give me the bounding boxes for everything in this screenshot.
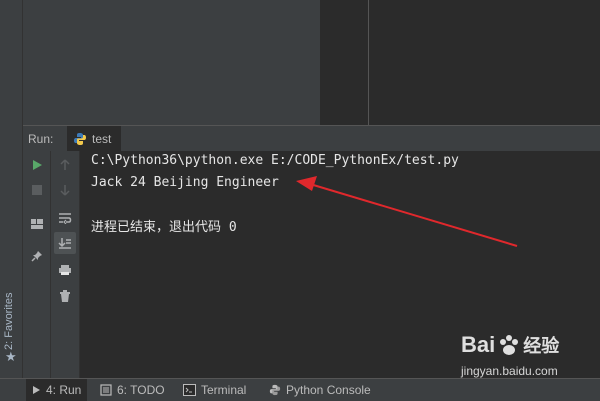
soft-wrap-button[interactable] <box>54 207 76 229</box>
todo-tool-label: 6: TODO <box>117 383 165 397</box>
run-tool-label: 4: Run <box>46 383 82 397</box>
rerun-button[interactable] <box>26 154 48 176</box>
python-console-tool-button[interactable]: Python Console <box>269 379 371 401</box>
trash-icon <box>60 289 70 302</box>
watermark-brand-suffix: 经验 <box>523 336 560 356</box>
up-arrow-icon <box>60 159 70 170</box>
play-icon <box>33 386 40 394</box>
python-icon <box>74 132 86 145</box>
restore-layout-button[interactable] <box>26 213 48 235</box>
run-toolbar-secondary <box>51 151 80 378</box>
run-panel-header: Run: test <box>23 125 600 152</box>
stop-button[interactable] <box>26 179 48 201</box>
python-icon <box>269 384 281 396</box>
print-button[interactable] <box>54 259 76 281</box>
watermark-brand: Bai <box>461 332 496 357</box>
star-icon: ★ <box>5 350 17 365</box>
terminal-icon <box>183 384 196 396</box>
previous-occurrence-button[interactable] <box>54 154 76 176</box>
run-toolbar-primary <box>23 151 51 378</box>
layout-icon <box>31 219 43 229</box>
clear-all-button[interactable] <box>54 285 76 307</box>
console-line-exit: 进程已结束，退出代码 0 <box>91 220 237 235</box>
todo-tool-button[interactable]: 6: TODO <box>100 379 165 401</box>
terminal-tool-label: Terminal <box>201 383 247 397</box>
run-tab-label: test <box>92 131 112 146</box>
terminal-tool-button[interactable]: Terminal <box>183 379 246 401</box>
editor-area[interactable] <box>369 0 600 125</box>
run-icon <box>33 160 42 170</box>
run-panel-title: Run: <box>28 132 54 146</box>
baidu-jingyan-watermark: Bai 经验 jingyan.baidu.com <box>455 332 595 382</box>
console-line-command: C:\Python36\python.exe E:/CODE_PythonEx/… <box>91 153 459 168</box>
editor-side-panel <box>23 0 320 125</box>
console-line-output: Jack 24 Beijing Engineer <box>91 175 279 190</box>
python-console-tool-label: Python Console <box>286 383 371 397</box>
watermark-url: jingyan.baidu.com <box>461 364 558 378</box>
soft-wrap-icon <box>59 213 72 224</box>
favorites-label: 2: Favorites <box>3 292 15 350</box>
stop-icon <box>32 185 42 195</box>
paw-icon <box>500 335 519 355</box>
down-arrow-icon <box>60 185 70 196</box>
favorites-tool-button[interactable]: 2: Favorites ★ <box>0 288 22 368</box>
next-occurrence-button[interactable] <box>54 179 76 201</box>
scroll-to-end-button[interactable] <box>54 232 76 254</box>
run-tab-test[interactable]: test <box>67 126 122 151</box>
pin-icon <box>31 251 42 262</box>
list-icon <box>100 384 112 396</box>
print-icon <box>59 265 71 275</box>
pin-tab-button[interactable] <box>26 245 48 267</box>
editor-gutter <box>320 0 369 125</box>
run-tool-button[interactable]: 4: Run <box>26 379 88 401</box>
scroll-to-end-icon <box>58 238 71 249</box>
